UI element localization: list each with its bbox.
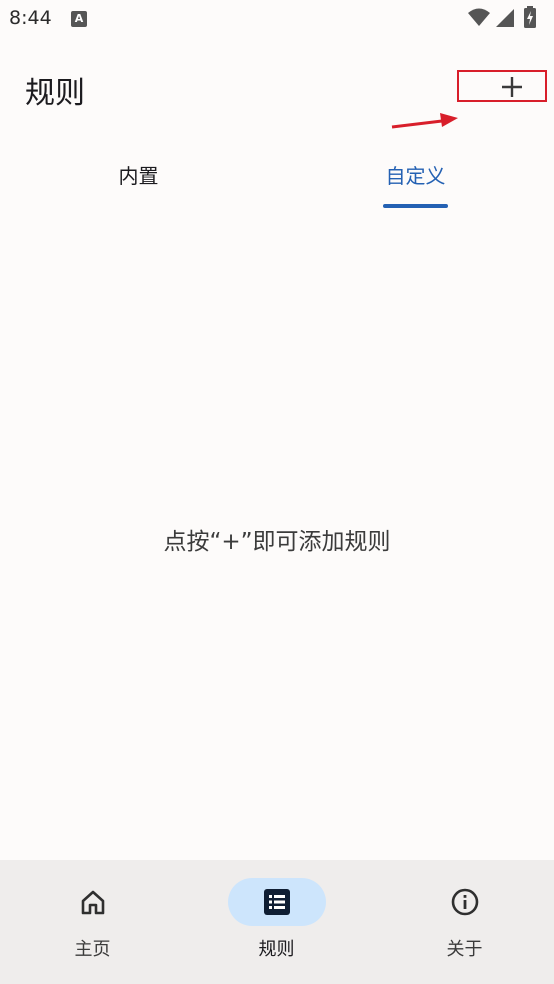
home-icon — [81, 890, 104, 915]
status-bar: 8:44 A — [0, 0, 554, 38]
notification-icon: A — [71, 11, 87, 27]
nav-rules-icon-container — [227, 878, 326, 926]
nav-home-icon-container — [44, 878, 142, 926]
tab-indicator — [383, 204, 448, 208]
list-icon — [263, 889, 290, 915]
nav-home-label: 主页 — [74, 939, 111, 960]
nav-rules-label: 规则 — [258, 939, 295, 960]
tab-builtin-label: 内置 — [118, 164, 159, 188]
battery-charging-icon — [524, 6, 536, 28]
tab-builtin[interactable]: 内置 — [0, 138, 277, 210]
empty-state-message: 点按“+”即可添加规则 — [163, 529, 391, 555]
status-time: 8:44 — [9, 7, 52, 29]
tab-custom[interactable]: 自定义 — [277, 138, 554, 210]
page-title: 规则 — [25, 76, 85, 111]
nav-about-label: 关于 — [446, 939, 483, 960]
add-rule-button[interactable] — [457, 70, 547, 102]
annotation-arrow — [391, 113, 458, 129]
nav-about-icon-container — [416, 878, 514, 926]
plus-icon — [502, 77, 522, 97]
app-bar: 规则 — [0, 38, 554, 138]
nav-item-about[interactable]: 关于 — [372, 860, 554, 984]
tab-custom-label: 自定义 — [385, 164, 446, 188]
tab-bar: 内置 自定义 — [0, 138, 554, 210]
signal-icon — [496, 9, 514, 27]
nav-item-home[interactable]: 主页 — [0, 860, 185, 984]
info-icon — [451, 888, 478, 916]
nav-item-rules[interactable]: 规则 — [184, 860, 369, 984]
notification-icon-letter: A — [74, 12, 84, 25]
wifi-icon — [468, 8, 490, 26]
bottom-navigation: 主页 规则 关于 — [0, 860, 554, 984]
